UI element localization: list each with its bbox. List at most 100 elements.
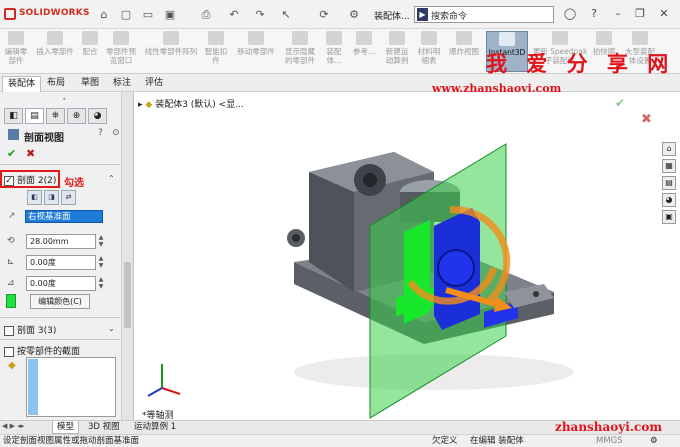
tab-evaluate[interactable]: 评估 (140, 76, 168, 92)
tab-sketch[interactable]: 草图 (76, 76, 104, 92)
help-icon[interactable]: ? (98, 128, 103, 138)
display-manager-tab[interactable]: ◕ (88, 108, 107, 124)
user-icon[interactable]: ◯ (562, 6, 578, 22)
ribbon-exploded-view[interactable]: 爆炸视图 (446, 31, 482, 56)
components-list[interactable] (26, 357, 116, 417)
home-pane-icon[interactable]: ⌂ (662, 142, 676, 156)
distance-input[interactable]: 28.00mm (26, 234, 96, 249)
ribbon-edit-component[interactable]: 编辑零 部件 (2, 31, 30, 65)
reverse-direction-button[interactable]: ⇄ (61, 190, 76, 205)
by-part-checkbox[interactable] (4, 346, 14, 357)
tab-3d-views[interactable]: 3D 视图 (84, 421, 124, 434)
brand-text: SOLIDWORKS (19, 8, 90, 18)
section-direction-2-button[interactable]: ◨ (44, 190, 59, 205)
ribbon-move-component[interactable]: 移动零部件 (232, 31, 280, 56)
tab-motion-study[interactable]: 运动算例 1 (130, 421, 180, 434)
unit-system[interactable]: MMGS (596, 435, 623, 447)
section-direction-1-button[interactable]: ◧ (27, 190, 42, 205)
design-library-icon[interactable]: ▦ (662, 159, 676, 173)
restore-icon[interactable]: ❐ (632, 6, 648, 22)
close-icon[interactable]: ✕ (656, 6, 672, 22)
x-rotation-input[interactable]: 0.00度 (26, 255, 96, 270)
ribbon-show-hidden[interactable]: 显示隐藏 的零部件 (282, 31, 318, 65)
print-icon[interactable]: ⎙ (198, 7, 214, 23)
search-commands-input[interactable]: ▶ 搜索命令 (414, 6, 554, 23)
move-component-icon (248, 31, 264, 45)
y-rotation-spinner[interactable]: ▲ ▼ (97, 276, 105, 291)
x-rotation-spinner[interactable]: ▲ ▼ (97, 255, 105, 270)
ribbon-bom[interactable]: 材料明 细表 (416, 31, 442, 65)
by-part-section-row[interactable]: 按零部件的截面 (4, 344, 80, 357)
mate-icon (82, 31, 98, 45)
tab-layout[interactable]: 布局 (42, 76, 70, 92)
ribbon-linear-pattern[interactable]: 线性零部件阵列 (142, 31, 200, 56)
ribbon-assembly-features[interactable]: 装配体... (320, 31, 348, 65)
options-icon[interactable]: ⚙ (346, 7, 362, 23)
ribbon-reference[interactable]: 参考... (350, 31, 378, 56)
undo-icon[interactable]: ↶ (226, 7, 242, 23)
triad-z-axis (147, 387, 163, 397)
tab-model[interactable]: 模型 (52, 421, 80, 434)
by-part-label: 按零部件的截面 (17, 347, 81, 357)
confirm-corner-check-icon[interactable]: ✔ (615, 96, 625, 110)
large-assembly-icon (632, 31, 648, 45)
section-2-checkbox[interactable] (4, 325, 14, 336)
divider (0, 164, 120, 165)
configuration-manager-tab[interactable]: ⛯ (46, 108, 65, 124)
custom-properties-icon[interactable]: ▣ (662, 210, 676, 224)
edit-color-button[interactable]: 编辑颜色(C) (30, 294, 90, 309)
scrollbar-thumb[interactable] (124, 262, 131, 328)
new-file-icon[interactable]: ▢ (118, 7, 134, 23)
help-icon[interactable]: ? (586, 6, 602, 22)
status-bar: 设定剖面视图属性或拖动剖面基准面 欠定义 在编辑 装配体 MMGS ⚙ (0, 434, 680, 447)
y-rotation-input[interactable]: 0.00度 (26, 276, 96, 291)
divider (0, 339, 120, 340)
tab-assembly[interactable]: 装配体 (2, 76, 42, 92)
graphics-area[interactable]: ▸ ◆ 装配体3 (默认) <显... *等轴测 (134, 92, 680, 421)
internal-gear (437, 249, 475, 287)
triad-x-axis (161, 387, 181, 395)
dimxpert-tab[interactable]: ⊕ (67, 108, 86, 124)
status-options-icon[interactable]: ⚙ (650, 435, 658, 447)
open-icon[interactable]: ▭ (140, 7, 156, 23)
section-plane-field[interactable]: 右视基准面 (25, 210, 103, 223)
property-manager: • ◧ ▤ ⛯ ⊕ ◕ 剖面视图 ? ⊙ ✔ ✖ ✓ 剖面 2(2) 勾选 ⌃ ◧… (0, 92, 134, 420)
expand-chevron-icon[interactable]: ⌄ (108, 324, 115, 333)
panel-scrollbar[interactable] (121, 92, 133, 420)
ribbon-smart-fasteners[interactable]: 智能扣件 (202, 31, 230, 65)
ok-check-button[interactable]: ✔ (7, 147, 16, 160)
ribbon-insert-component[interactable]: 插入零部件 (34, 31, 76, 56)
model-render[interactable] (134, 92, 680, 420)
motion-study-icon (389, 31, 405, 45)
instant3d-icon (499, 32, 515, 46)
ribbon-new-motion-study[interactable]: 新建运 动算例 (382, 31, 412, 65)
divider (0, 317, 120, 318)
tab-scroll-arrows-icon[interactable]: ◀ ▶ ◂▸ (2, 422, 24, 430)
feature-manager-tab[interactable]: ◧ (4, 108, 23, 124)
file-explorer-icon[interactable]: ▤ (662, 176, 676, 190)
panel-grip[interactable]: • (62, 95, 67, 104)
tab-markup[interactable]: 标注 (108, 76, 136, 92)
ribbon-mate[interactable]: 配合 (80, 31, 100, 56)
collapse-chevron-icon[interactable]: ⌃ (108, 174, 115, 183)
select-icon[interactable]: ↖ (278, 7, 294, 23)
home-icon[interactable]: ⌂ (96, 7, 112, 23)
confirm-corner-cancel-icon[interactable]: ✖ (641, 112, 652, 127)
minimize-icon[interactable]: – (610, 6, 626, 22)
pin-icon[interactable]: ⊙ (112, 128, 120, 138)
rebuild-icon[interactable]: ⟳ (316, 7, 332, 23)
housing-bore (363, 173, 377, 187)
x-rotation-icon: ⊾ (7, 257, 15, 267)
ribbon-component-preview[interactable]: 零部件预 览窗口 (104, 31, 138, 65)
distance-icon: ⟲ (7, 236, 15, 246)
distance-spinner[interactable]: ▲ ▼ (97, 234, 105, 249)
smart-fastener-icon (208, 31, 224, 45)
solidworks-logo[interactable]: SOLIDWORKS (4, 6, 89, 23)
preview-window-icon (113, 31, 129, 45)
property-manager-tab[interactable]: ▤ (25, 108, 44, 124)
appearances-icon[interactable]: ◕ (662, 193, 676, 207)
cancel-x-button[interactable]: ✖ (26, 147, 35, 160)
redo-icon[interactable]: ↷ (252, 7, 268, 23)
section-2-row[interactable]: 剖面 3(3) (4, 323, 56, 336)
save-icon[interactable]: ▣ (162, 7, 178, 23)
